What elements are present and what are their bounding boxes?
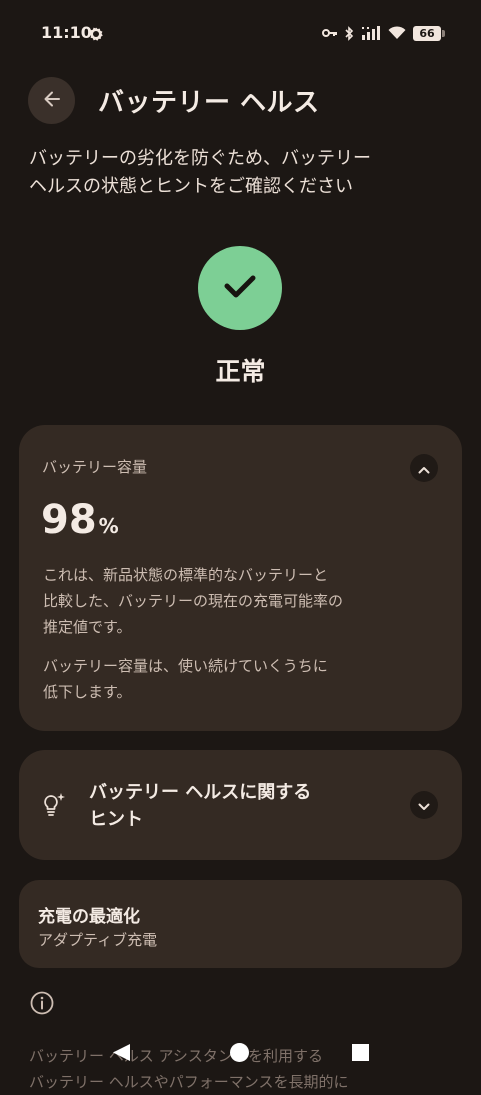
capacity-note: バッテリー容量は、使い続けていくうちに 低下します。 bbox=[43, 653, 443, 705]
status-bar: 11:10 66 bbox=[0, 0, 481, 64]
capacity-description-line: 推定値です。 bbox=[43, 618, 132, 636]
capacity-number: 98 bbox=[41, 497, 97, 543]
arrow-left-icon bbox=[42, 89, 62, 113]
health-status-text: 正常 bbox=[215, 357, 266, 386]
check-icon bbox=[222, 272, 258, 304]
capacity-description-line: これは、新品状態の標準的なバッテリーと bbox=[43, 566, 329, 584]
health-status-badge bbox=[198, 246, 282, 330]
lightbulb-sparkle-icon bbox=[41, 792, 67, 822]
tips-title-line: ヒント bbox=[89, 809, 143, 830]
capacity-note-line: 低下します。 bbox=[43, 683, 132, 701]
bluetooth-icon bbox=[345, 25, 354, 41]
status-icons: 66 bbox=[322, 24, 445, 42]
wifi-icon bbox=[388, 26, 406, 40]
page-description: バッテリーの劣化を防ぐため、バッテリー ヘルスの状態とヒントをご確認ください bbox=[29, 145, 449, 201]
nav-back-icon[interactable] bbox=[112, 1043, 131, 1066]
capacity-unit: % bbox=[98, 514, 119, 538]
battery-health-tips-card[interactable]: バッテリー ヘルスに関する ヒント bbox=[19, 750, 462, 860]
capacity-value: 98% bbox=[41, 497, 119, 543]
capacity-note-line: バッテリー容量は、使い続けていくうちに bbox=[43, 657, 328, 675]
capacity-description: これは、新品状態の標準的なバッテリーと 比較した、バッテリーの現在の充電可能率の… bbox=[43, 562, 443, 640]
charging-optimization-card[interactable]: 充電の最適化 アダプティブ充電 bbox=[19, 880, 462, 968]
charging-subtitle: アダプティブ充電 bbox=[38, 931, 158, 949]
nav-recents-icon[interactable] bbox=[352, 1044, 369, 1061]
footer-line: バッテリー ヘルスやパフォーマンスを長期的に bbox=[29, 1073, 349, 1091]
charging-title: 充電の最適化 bbox=[38, 907, 140, 927]
nav-home-icon[interactable] bbox=[230, 1043, 249, 1062]
expand-button[interactable] bbox=[410, 791, 438, 819]
cell-signal-icon bbox=[361, 26, 381, 40]
footer-text: バッテリー ヘルス アシスタントを利用する バッテリー ヘルスやパフォーマンスを… bbox=[29, 1043, 469, 1095]
collapse-button[interactable] bbox=[410, 454, 438, 482]
footer-line: バッテリー ヘルス アシスタントを利用する bbox=[29, 1047, 323, 1065]
battery-capacity-card: バッテリー容量 98% これは、新品状態の標準的なバッテリーと 比較した、バッテ… bbox=[19, 425, 462, 731]
description-line: バッテリーの劣化を防ぐため、バッテリー bbox=[29, 148, 371, 169]
tips-title-line: バッテリー ヘルスに関する bbox=[89, 782, 312, 803]
status-time: 11:10 bbox=[41, 23, 92, 42]
tips-title: バッテリー ヘルスに関する ヒント bbox=[89, 779, 359, 833]
page-title: バッテリー ヘルス bbox=[98, 88, 320, 118]
app-notification-icon bbox=[88, 26, 104, 42]
description-line: ヘルスの状態とヒントをご確認ください bbox=[29, 176, 353, 197]
capacity-label: バッテリー容量 bbox=[42, 458, 148, 476]
vpn-key-icon bbox=[322, 28, 338, 38]
info-icon bbox=[30, 991, 54, 1019]
capacity-description-line: 比較した、バッテリーの現在の充電可能率の bbox=[43, 592, 344, 610]
battery-icon: 66 bbox=[413, 25, 445, 41]
chevron-up-icon bbox=[418, 459, 430, 478]
back-button[interactable] bbox=[28, 77, 75, 124]
chevron-down-icon bbox=[418, 796, 430, 815]
